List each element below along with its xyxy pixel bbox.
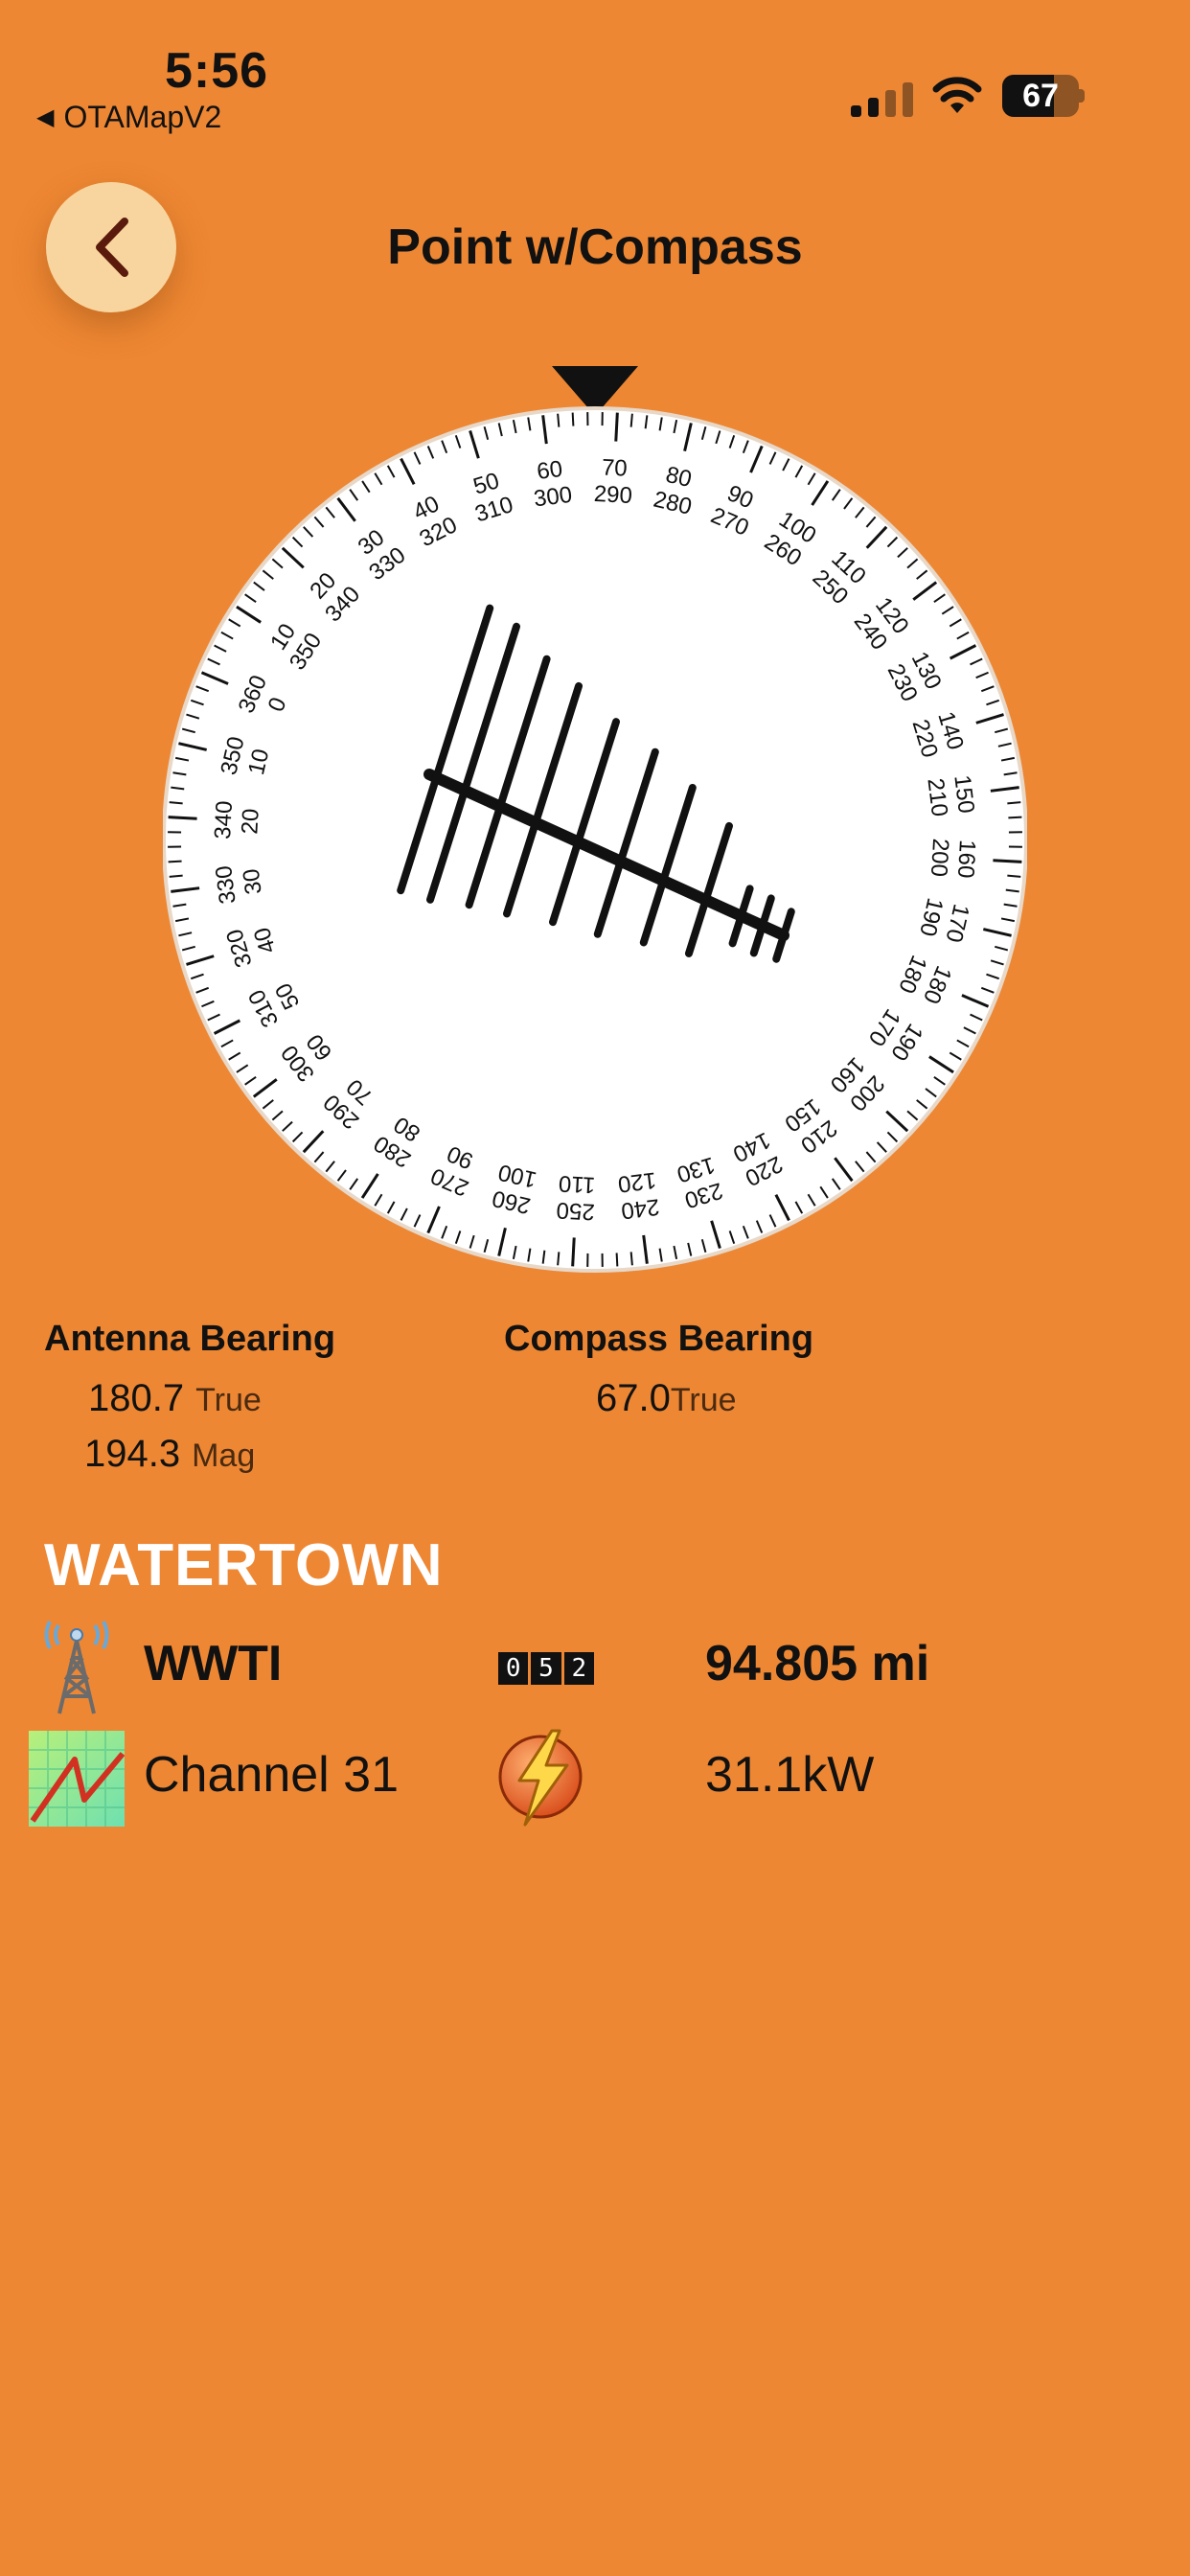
compass-inner-label: 20	[237, 808, 263, 835]
compass-tick	[557, 1252, 561, 1266]
compass-inner-label: 300	[533, 482, 574, 513]
compass-true-unit: True	[670, 1382, 737, 1418]
compass-outer-label: 60	[536, 456, 564, 485]
compass-inner-label: 210	[922, 777, 952, 818]
antenna-mag-value: 194.3	[84, 1433, 181, 1475]
compass-outer-label: 160	[952, 840, 980, 879]
antenna-true-row: 180.7 True	[88, 1377, 262, 1420]
antenna-bearing-label: Antenna Bearing	[44, 1319, 336, 1359]
station-callsign: WWTI	[144, 1636, 283, 1691]
compass-inner-label: 30	[239, 867, 267, 896]
compass-inner-label: 110	[558, 1170, 596, 1198]
compass-tick	[169, 801, 183, 805]
odometer-digit: 0	[498, 1652, 529, 1685]
status-time: 5:56	[165, 43, 269, 99]
battery-icon: 67	[1002, 75, 1085, 117]
compass-outer-label: 340	[210, 800, 238, 840]
antenna-true-value: 180.7	[88, 1377, 185, 1419]
compass-tick	[615, 1253, 619, 1267]
cellular-signal-icon	[851, 82, 913, 117]
station-channel: Channel 31	[144, 1747, 399, 1803]
back-triangle-icon: ◀	[36, 104, 55, 130]
battery-level: 67	[1022, 78, 1059, 114]
compass-tick	[168, 816, 197, 820]
compass-inner-label: 200	[926, 838, 953, 877]
antenna-true-unit: True	[195, 1382, 262, 1418]
compass-inner-label: 120	[616, 1166, 657, 1197]
compass-true-row: 67.0 True	[596, 1377, 737, 1420]
compass-bearing-label: Compass Bearing	[504, 1319, 814, 1359]
compass-outer-label: 240	[620, 1193, 661, 1224]
compass-tick	[571, 412, 575, 426]
compass-tick	[629, 413, 633, 427]
compass-true-value: 67.0	[596, 1377, 671, 1419]
radio-tower-icon	[44, 1621, 109, 1714]
station-distance: 94.805 mi	[705, 1636, 930, 1691]
compass-outer-label: 150	[949, 773, 979, 815]
compass-outer-label: 330	[211, 864, 241, 906]
compass-outer-label: 70	[601, 454, 628, 481]
compass-tick	[614, 412, 619, 442]
back-to-app-link[interactable]: ◀ OTAMapV2	[36, 100, 221, 135]
signal-graph-icon	[29, 1731, 125, 1827]
compass-outer-label: 250	[556, 1197, 595, 1225]
station-power: 31.1kW	[705, 1747, 875, 1803]
page-title: Point w/Compass	[387, 219, 803, 275]
antenna-mag-row: 194.3 Mag	[84, 1433, 255, 1476]
back-app-label: OTAMapV2	[63, 100, 222, 134]
lightning-icon	[498, 1729, 583, 1827]
odometer-icon: 0 5 2	[498, 1652, 594, 1685]
compass-tick	[557, 413, 561, 427]
compass-tick	[1007, 874, 1021, 878]
antenna-mag-unit: Mag	[192, 1438, 256, 1474]
compass-tick	[169, 874, 183, 878]
odometer-digit: 5	[531, 1652, 561, 1685]
compass-tick	[1008, 816, 1022, 819]
compass-tick	[1007, 801, 1021, 805]
compass-inner-label: 290	[593, 481, 632, 509]
compass-tick	[629, 1252, 633, 1266]
odometer-digit: 2	[563, 1652, 594, 1685]
compass-tick	[571, 1237, 576, 1267]
compass-tick	[993, 859, 1022, 863]
station-city: WATERTOWN	[44, 1532, 444, 1598]
wifi-icon	[932, 77, 982, 113]
compass-dial: 3601020304050 60 70 80901001101201301401501…	[163, 366, 1027, 1273]
